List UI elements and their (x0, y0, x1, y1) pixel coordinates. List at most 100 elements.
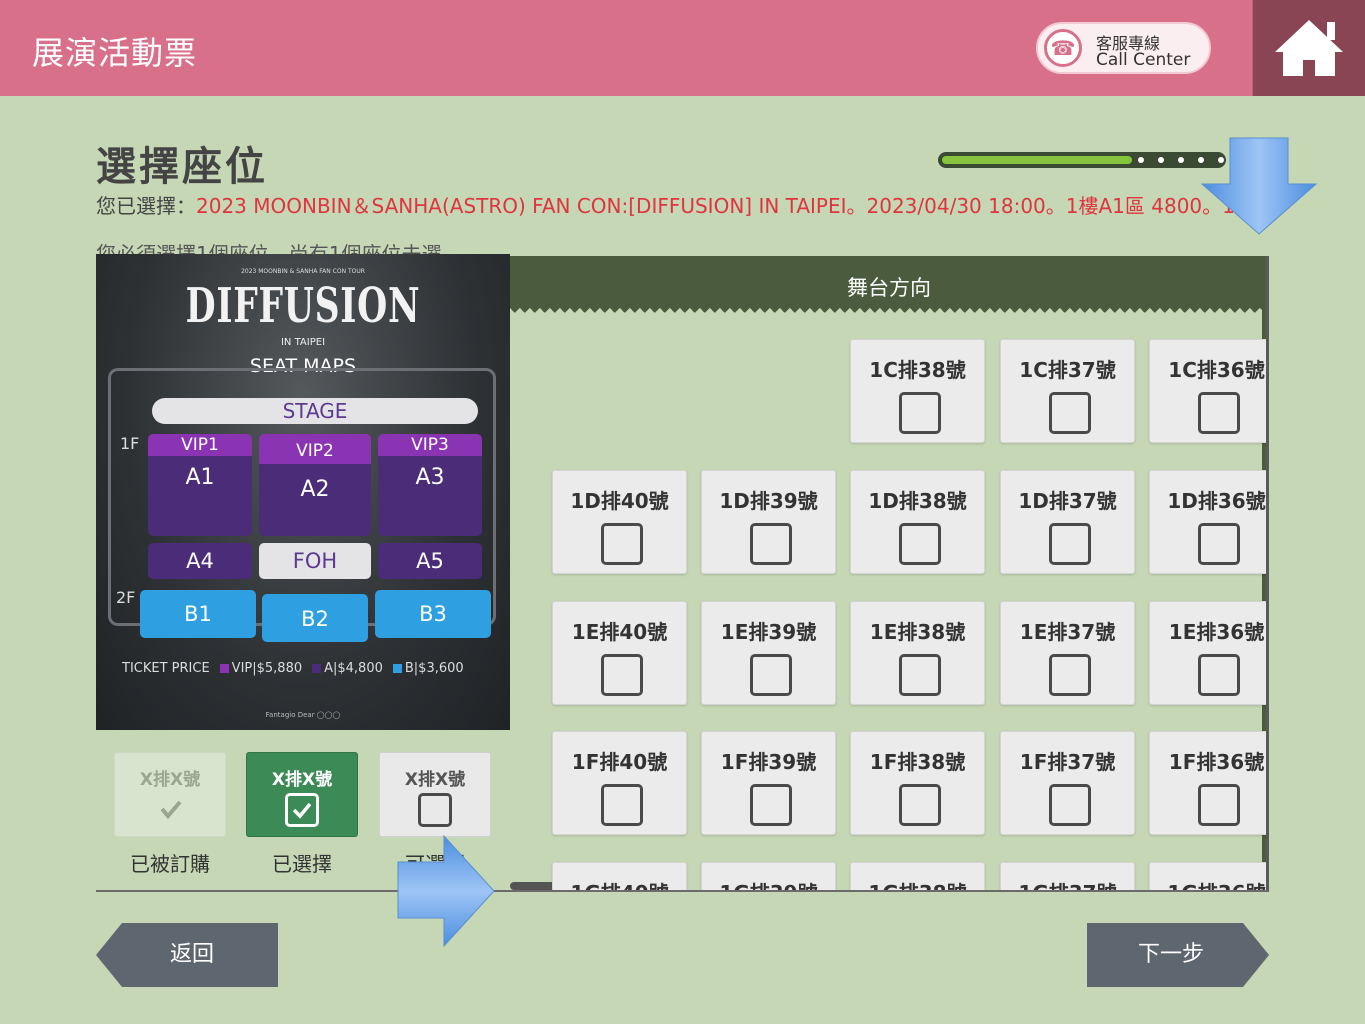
home-button[interactable] (1253, 0, 1365, 96)
venue-seat-map-poster: 2023 MOONBIN & SANHA FAN CON TOUR DIFFUS… (96, 254, 510, 730)
scroll-down-arrow-icon (1200, 137, 1318, 235)
seat-button[interactable]: 1G排37號 (1000, 862, 1135, 892)
seat-label: 1E排39號 (720, 620, 817, 644)
seat-label: 1D排39號 (719, 489, 818, 513)
seat-checkbox[interactable] (1198, 392, 1240, 434)
seat-checkbox[interactable] (750, 784, 792, 826)
legend-selected-caption: 已選擇 (272, 852, 332, 876)
seat-label: 1E排40號 (571, 620, 668, 644)
legend-selected-label: X排X號 (271, 770, 333, 790)
seat-checkbox[interactable] (899, 654, 941, 696)
poster-vip1: VIP1 (148, 434, 252, 456)
seat-grid-border (1266, 256, 1269, 892)
seat-checkbox[interactable] (1198, 523, 1240, 565)
scroll-right-arrow-icon (397, 834, 495, 948)
seat-label: 1D排40號 (570, 489, 669, 513)
seat-button[interactable]: 1F排39號 (701, 731, 836, 835)
seat-label: 1F排37號 (1019, 750, 1116, 774)
seat-label: 1E排37號 (1019, 620, 1116, 644)
seat-button[interactable]: 1G排38號 (850, 862, 985, 892)
seat-label: 1F排39號 (720, 750, 817, 774)
seat-button[interactable]: 1C排36號 (1149, 339, 1268, 443)
seat-button[interactable]: 1F排40號 (552, 731, 687, 835)
progress-step-dot (1138, 157, 1144, 163)
seat-label: 1C排37號 (1019, 358, 1116, 382)
vip-swatch (219, 664, 229, 673)
seat-checkbox[interactable] (1049, 523, 1091, 565)
seat-checkbox[interactable] (601, 523, 643, 565)
seat-button[interactable]: 1F排37號 (1000, 731, 1135, 835)
seat-checkbox[interactable] (601, 784, 643, 826)
seat-requirement-text: 您必須選擇1個座位，尚有1個座位未選 (96, 242, 442, 254)
step-progress-bar (938, 152, 1226, 168)
seat-button[interactable]: 1D排38號 (850, 470, 985, 574)
seat-label: 1F排36號 (1168, 750, 1265, 774)
empty-box-icon (418, 793, 452, 827)
seat-button[interactable]: 1D排36號 (1149, 470, 1268, 574)
selection-value: 2023 MOONBIN＆SANHA(ASTRO) FAN CON:[DIFFU… (196, 194, 1255, 218)
seat-grid[interactable]: 舞台方向 1C排38號 1C排37號 1C排36號 1D排40號 1D排39號 1D排38… (510, 256, 1268, 892)
seat-label: 1F排40號 (571, 750, 668, 774)
seat-checkbox[interactable] (899, 392, 941, 434)
seat-label: 1D排37號 (1018, 489, 1117, 513)
poster-price-a: A|$4,800 (324, 661, 383, 676)
poster-a1: A1 (148, 456, 252, 536)
seat-button[interactable]: 1F排38號 (850, 731, 985, 835)
call-center-button[interactable]: ☎ 客服專線 Call Center (1036, 22, 1211, 74)
seat-button[interactable]: 1E排40號 (552, 601, 687, 705)
next-step-button[interactable]: 下一步 (1087, 923, 1269, 987)
poster-b3: B3 (375, 590, 491, 638)
seat-button[interactable]: 1C排37號 (1000, 339, 1135, 443)
seat-checkbox[interactable] (750, 654, 792, 696)
poster-ticket-price-label: TICKET PRICE (122, 661, 210, 676)
seat-checkbox[interactable] (1049, 784, 1091, 826)
poster-ticket-prices: TICKET PRICE VIP|$5,880 A|$4,800 B|$3,600 (122, 661, 464, 676)
phone-icon: ☎ (1044, 29, 1082, 67)
seat-checkbox[interactable] (1198, 654, 1240, 696)
poster-price-b: B|$3,600 (404, 661, 464, 676)
seat-button[interactable]: 1G排36號 (1149, 862, 1268, 892)
poster-b1: B1 (140, 590, 256, 638)
seat-checkbox[interactable] (1198, 784, 1240, 826)
poster-price-vip: VIP|$5,880 (231, 661, 303, 676)
seat-button[interactable]: 1F排36號 (1149, 731, 1268, 835)
seat-button[interactable]: 1E排38號 (850, 601, 985, 705)
app-title: 展演活動票 (32, 34, 198, 72)
seat-button[interactable]: 1E排37號 (1000, 601, 1135, 705)
poster-city: IN TAIPEI (280, 337, 326, 348)
seat-label: 1E排36號 (1168, 620, 1265, 644)
seat-button[interactable]: 1E排39號 (701, 601, 836, 705)
legend-selected-seat: X排X號 (246, 752, 358, 837)
selection-label: 您已選擇： (96, 194, 196, 218)
poster-stage: STAGE (152, 398, 478, 424)
poster-floor-1: 1F (120, 434, 140, 453)
seat-checkbox[interactable] (1049, 392, 1091, 434)
poster-vip2: VIP2 (259, 434, 371, 464)
seat-button[interactable]: 1E排36號 (1149, 601, 1268, 705)
legend-booked-label: X排X號 (139, 770, 201, 790)
seat-checkbox[interactable] (1049, 654, 1091, 696)
seat-label: 1D排36號 (1167, 489, 1266, 513)
seat-button[interactable]: 1C排38號 (850, 339, 985, 443)
seat-checkbox[interactable] (601, 654, 643, 696)
content-divider (96, 890, 1268, 892)
seat-button[interactable]: 1D排40號 (552, 470, 687, 574)
poster-a2: A2 (259, 464, 371, 536)
a-swatch (312, 664, 322, 673)
seat-label: 1C排38號 (869, 358, 966, 382)
seat-checkbox[interactable] (899, 523, 941, 565)
seat-checkbox[interactable] (750, 523, 792, 565)
seat-button[interactable]: 1G排40號 (552, 862, 687, 892)
seat-checkbox[interactable] (899, 784, 941, 826)
stage-banner-edge (510, 308, 1268, 318)
checked-box-icon (285, 793, 319, 827)
poster-floor-2: 2F (116, 588, 136, 607)
progress-step-dot (1178, 157, 1184, 163)
seat-button[interactable]: 1D排37號 (1000, 470, 1135, 574)
seat-button[interactable]: 1G排39號 (701, 862, 836, 892)
seat-label: 1F排38號 (869, 750, 966, 774)
back-button[interactable]: 返回 (96, 923, 278, 987)
seat-button[interactable]: 1D排39號 (701, 470, 836, 574)
poster-title: DIFFUSION (185, 278, 421, 334)
poster-a5: A5 (378, 543, 482, 579)
